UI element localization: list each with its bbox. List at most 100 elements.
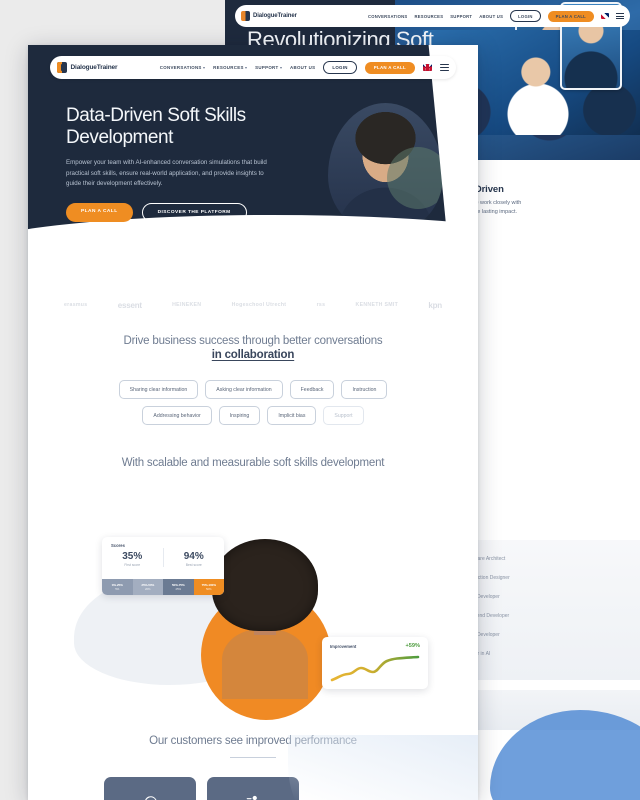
scores-bar-pct: 50% (205, 587, 212, 592)
uk-flag-icon[interactable] (423, 64, 432, 71)
scores-card: Scores 35% First score 94% Best score 0%… (102, 537, 224, 595)
pill-instruction[interactable]: Instruction (341, 380, 388, 399)
scores-distribution-bars: 0%-25% 5% 25%-50% 20% 50%-75% 25% 75%-10… (102, 579, 224, 595)
scores-bar-pct: 20% (144, 587, 151, 592)
hamburger-icon[interactable] (616, 13, 624, 19)
avatar-hair (212, 539, 318, 631)
scores-values: 35% First score 94% Best score (102, 548, 224, 567)
chevron-down-icon (203, 66, 206, 69)
background-nav-item-resources[interactable]: RESOURCES (414, 14, 443, 19)
background-job-item: Data Developer (465, 594, 500, 600)
nav-item-conversations-label: CONVERSATIONS (159, 65, 202, 70)
foreground-page: DialogueTrainer CONVERSATIONS RESOURCES … (28, 45, 478, 800)
background-nav-item-support[interactable]: SUPPORT (450, 14, 472, 19)
client-logo-heineken: HEINEKEN (172, 302, 202, 308)
main-navbar[interactable]: DialogueTrainer CONVERSATIONS RESOURCES … (50, 56, 456, 79)
avatar-body (222, 629, 308, 699)
scores-bar: 0%-25% 5% (102, 579, 133, 595)
nav-item-support-label: SUPPORT (255, 65, 279, 70)
hero-discover-platform-button[interactable]: DISCOVER THE PLATFORM (141, 203, 247, 222)
scalable-heading: With scalable and measurable soft skills… (121, 457, 385, 469)
scalable-heading-wrap: With scalable and measurable soft skills… (28, 457, 478, 469)
background-nav-links[interactable]: CONVERSATIONS RESOURCES SUPPORT ABOUT US… (368, 10, 624, 22)
background-job-item: Software Architect (465, 556, 506, 562)
scores-best-value: 94% (183, 551, 204, 562)
scores-bar-pct: 25% (175, 587, 182, 592)
hero-buttons[interactable]: PLAN A CALL DISCOVER THE PLATFORM (66, 203, 247, 222)
site-logo[interactable]: DialogueTrainer (57, 62, 118, 73)
hamburger-icon[interactable] (440, 64, 449, 71)
scores-bar-range: 25%-50% (141, 582, 155, 587)
uk-flag-icon[interactable] (601, 13, 609, 19)
improvement-card-value: +59% (405, 643, 420, 649)
hero-title: Data-Driven Soft Skills Development (66, 105, 246, 149)
section-divider (230, 757, 276, 759)
nav-item-resources-label: RESOURCES (213, 65, 244, 70)
scores-bar-range: 0%-25% (111, 582, 123, 587)
scores-bar-range: 50%-75% (171, 582, 185, 587)
background-navbar[interactable]: DialogueTrainer CONVERSATIONS RESOURCES … (235, 5, 630, 27)
hero-plan-a-call-button[interactable]: PLAN A CALL (66, 203, 133, 222)
pill-asking-clear-information[interactable]: Asking clear information (205, 380, 283, 399)
improvement-card: Improvement +59% (322, 637, 428, 689)
collaboration-pill-row-2[interactable]: Addressing behavior Inspiring Implicit b… (28, 406, 478, 425)
collaboration-pill-row-1[interactable]: Sharing clear information Asking clear i… (28, 380, 478, 399)
user-minus-icon (246, 796, 257, 800)
scores-best: 94% Best score (162, 548, 225, 567)
background-job-item: Interaction Designer (465, 575, 510, 581)
background-sheen (288, 735, 478, 800)
client-logo-hogeschool-utrecht: Hogeschool Utrecht (231, 302, 287, 308)
background-job-item: Data Developer (465, 632, 500, 638)
pill-implicit-bias[interactable]: Implicit bias (267, 406, 317, 425)
chat-bubble-icon (144, 796, 156, 800)
pill-inspiring[interactable]: Inspiring (218, 406, 261, 425)
client-logo-strip: erasmus essent HEINEKEN Hogeschool Utrec… (28, 283, 478, 327)
improvement-card-label: Improvement (330, 643, 357, 649)
nav-item-resources[interactable]: RESOURCES (213, 65, 248, 70)
background-job-item: Frontend Developer (465, 613, 510, 619)
nav-item-support[interactable]: SUPPORT (255, 65, 282, 70)
scores-bar: 25%-50% 20% (132, 579, 163, 595)
background-login-button[interactable]: LOGIN (510, 10, 541, 22)
shield-logo-icon (57, 62, 67, 73)
shield-logo-icon (241, 11, 250, 21)
pill-support[interactable]: Support (323, 406, 364, 425)
background-logo[interactable]: DialogueTrainer (241, 11, 297, 21)
background-plan-a-call-button[interactable]: PLAN A CALL (547, 10, 594, 22)
client-logo-rss: rss (316, 302, 326, 308)
scores-bar: 50%-75% 25% (163, 579, 194, 595)
background-nav-item-conversations[interactable]: CONVERSATIONS (368, 14, 407, 19)
login-button[interactable]: LOGIN (323, 61, 357, 74)
pill-sharing-clear-information[interactable]: Sharing clear information (118, 380, 199, 399)
hero-portrait-photo (328, 103, 443, 233)
nav-item-conversations[interactable]: CONVERSATIONS (159, 65, 206, 70)
nav-item-about-us-label: ABOUT US (290, 65, 316, 70)
scores-best-caption: Best score (185, 563, 202, 567)
screenshot-root: DialogueTrainer CONVERSATIONS RESOURCES … (0, 0, 640, 800)
client-logo-kpn: kpn (428, 300, 442, 310)
nav-links[interactable]: CONVERSATIONS RESOURCES SUPPORT ABOUT US… (160, 61, 449, 74)
scores-bar: 75%-100% 50% (193, 579, 224, 595)
scores-bar-range: 75%-100% (201, 582, 216, 587)
scores-first: 35% First score (102, 548, 163, 567)
collaboration-heading: Drive business success through better co… (123, 335, 383, 347)
site-logo-label: DialogueTrainer (70, 64, 118, 71)
collaboration-section: Drive business success through better co… (28, 335, 478, 425)
nav-item-about-us[interactable]: ABOUT US (290, 65, 315, 70)
scores-first-caption: First score (124, 563, 141, 567)
hero-photo-backdrop (387, 147, 443, 209)
client-logo-essent: essent (117, 300, 142, 310)
pill-addressing-behavior[interactable]: Addressing behavior (142, 406, 212, 425)
improvement-line-chart (330, 655, 420, 682)
pill-feedback[interactable]: Feedback (289, 380, 335, 399)
chevron-down-icon (280, 66, 282, 69)
scores-first-value: 35% (122, 551, 143, 562)
background-nav-item-about-us[interactable]: ABOUT US (479, 14, 503, 19)
scores-bar-pct: 5% (115, 587, 120, 592)
background-job-item: archer in AI (465, 651, 491, 657)
background-jobs-panel: Software Architect Interaction Designer … (455, 540, 640, 680)
collaboration-heading-accent: in collaboration (211, 349, 295, 361)
client-logo-erasmus: erasmus (64, 302, 88, 308)
hero-subtitle: Empower your team with AI-enhanced conve… (66, 159, 267, 188)
plan-a-call-button[interactable]: PLAN A CALL (364, 61, 415, 74)
